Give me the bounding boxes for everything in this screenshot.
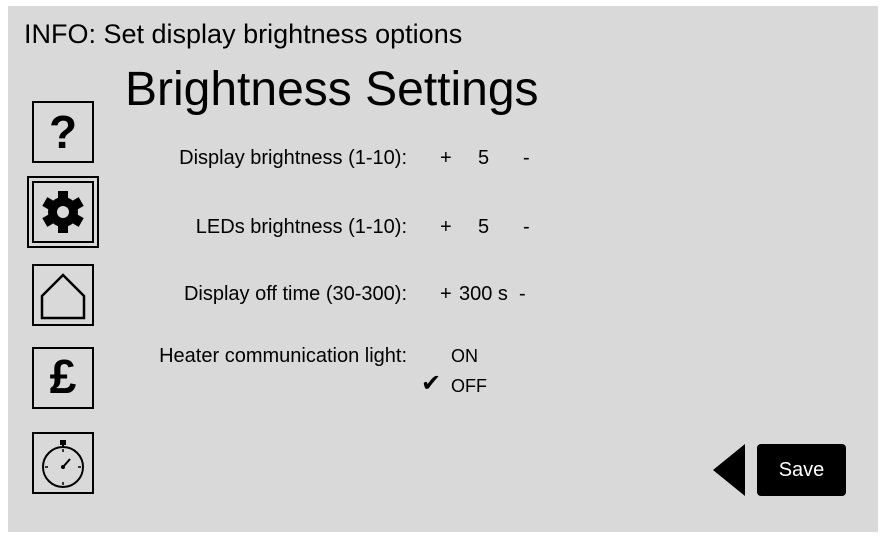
pricing-button[interactable]: £: [32, 347, 94, 409]
home-button[interactable]: [32, 264, 94, 326]
screen-panel: INFO: Set display brightness options Bri…: [8, 6, 878, 532]
timer-button[interactable]: [32, 432, 94, 494]
page-title: Brightness Settings: [125, 63, 539, 116]
display-brightness-label: Display brightness (1-10):: [179, 147, 407, 169]
heater-option-off[interactable]: OFF: [451, 376, 487, 397]
display-off-time-label: Display off time (30-300):: [183, 283, 407, 305]
help-button[interactable]: ?: [32, 101, 94, 163]
leds-brightness-plus[interactable]: +: [440, 216, 452, 239]
question-icon: ?: [48, 106, 78, 158]
settings-button[interactable]: [27, 176, 99, 248]
leds-brightness-label: LEDs brightness (1-10):: [195, 216, 407, 238]
display-off-time-plus[interactable]: +: [440, 283, 452, 306]
display-off-time-minus[interactable]: -: [519, 283, 526, 306]
save-button[interactable]: Save: [757, 444, 846, 496]
heater-option-on[interactable]: ON: [451, 346, 478, 367]
display-brightness-value: 5: [478, 147, 490, 169]
leds-brightness-value: 5: [478, 216, 490, 238]
display-off-time-value: 300 s: [459, 283, 508, 305]
info-bar: INFO: Set display brightness options: [24, 19, 463, 49]
check-icon: ✔: [421, 370, 442, 397]
pound-icon: £: [49, 351, 77, 404]
display-brightness-plus[interactable]: +: [440, 147, 452, 170]
back-arrow-icon[interactable]: [713, 444, 745, 496]
display-brightness-minus[interactable]: -: [523, 147, 530, 170]
leds-brightness-minus[interactable]: -: [523, 216, 530, 239]
heater-light-label: Heater communication light:: [159, 345, 407, 367]
